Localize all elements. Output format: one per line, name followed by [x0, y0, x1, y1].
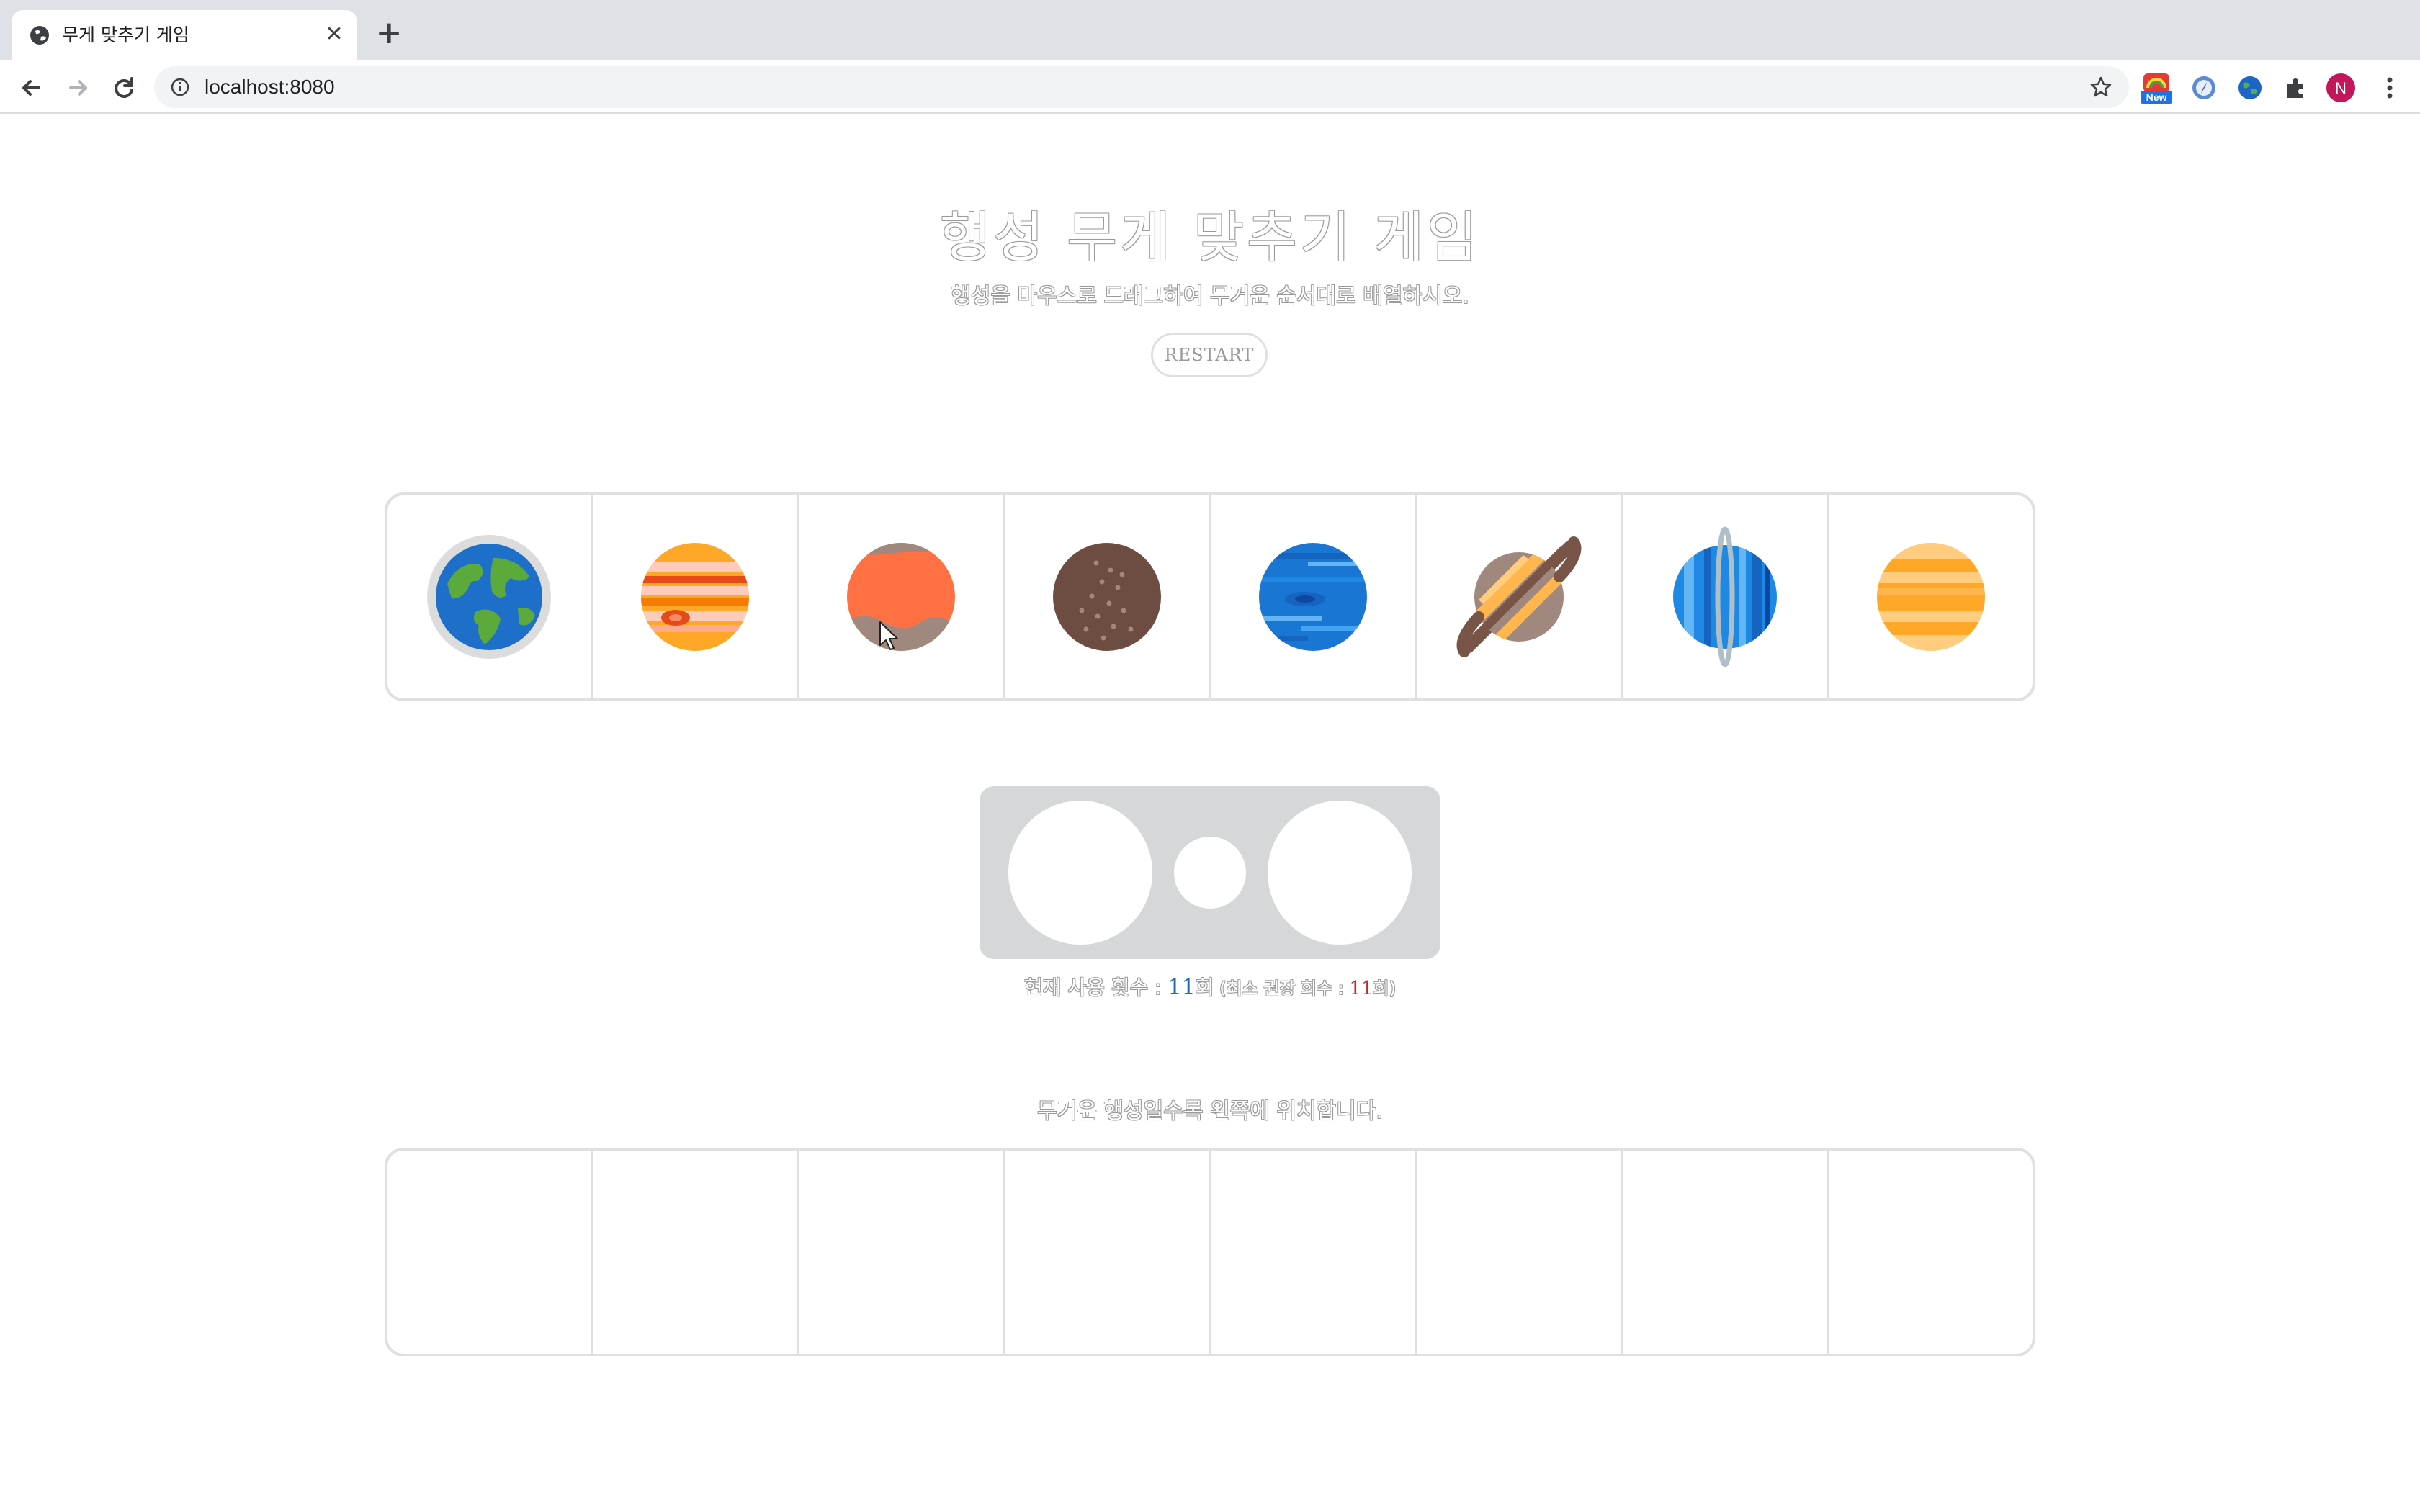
balance-scale [980, 786, 1440, 959]
puzzle-extensions-icon[interactable] [2280, 72, 2312, 104]
answer-slot[interactable] [1417, 1151, 1623, 1354]
earth-planet-icon[interactable] [426, 534, 552, 660]
close-icon[interactable]: ✕ [321, 22, 347, 48]
back-arrow-icon[interactable] [14, 71, 49, 105]
restart-button[interactable]: RESTART [1151, 333, 1268, 377]
compass-extension-icon[interactable] [2188, 72, 2220, 104]
scale-right-pan[interactable] [1268, 801, 1412, 945]
planet-slot[interactable] [1623, 495, 1829, 698]
page-title: 행성 무게 맞추기 게임 [940, 205, 1480, 269]
mercury-planet-icon[interactable] [1052, 541, 1162, 652]
mars-planet-icon[interactable] [846, 541, 956, 652]
forward-arrow-icon[interactable] [60, 71, 95, 105]
reload-icon[interactable] [107, 71, 141, 105]
browser-tabstrip: 무게 맞추기 게임 ✕ + [0, 0, 2420, 60]
answer-slot[interactable] [387, 1151, 593, 1354]
profile-initial: N [2335, 79, 2347, 97]
planet-slot[interactable] [387, 495, 593, 698]
answer-slot[interactable] [593, 1151, 799, 1354]
answer-row [385, 1148, 2035, 1356]
new-tab-icon[interactable]: + [373, 17, 405, 49]
planet-slot[interactable] [1417, 495, 1623, 698]
bookmark-star-icon[interactable] [2089, 75, 2113, 99]
planet-slot[interactable] [1829, 495, 2033, 698]
planet-slot[interactable] [1211, 495, 1417, 698]
scale-left-pan[interactable] [1008, 801, 1152, 945]
profile-avatar[interactable]: N [2325, 72, 2357, 104]
counter-label: 현재 사용 횟수 : [1023, 976, 1168, 999]
usage-counter: 현재 사용 횟수 : 11회 (최소 권장 회수 : 11회) [0, 973, 2420, 1003]
planet-source-row [385, 492, 2035, 701]
more-menu-icon[interactable] [2374, 72, 2406, 104]
jupiter-planet-icon[interactable] [640, 541, 750, 652]
rainbow-extension-icon: New [2141, 73, 2172, 104]
planet-slot[interactable] [799, 495, 1005, 698]
browser-tab[interactable]: 무게 맞추기 게임 ✕ [12, 10, 357, 60]
planet-slot[interactable] [1005, 495, 1211, 698]
answer-slot[interactable] [1211, 1151, 1417, 1354]
extension-badge: New [2146, 91, 2167, 103]
recommend-label: (최소 권장 회수 : [1214, 978, 1350, 999]
answer-slot[interactable] [1829, 1151, 2033, 1354]
answer-slot[interactable] [1005, 1151, 1211, 1354]
mouse-cursor-icon [879, 621, 898, 650]
saturn-planet-icon[interactable] [1454, 532, 1584, 662]
tab-title: 무게 맞추기 게임 [62, 24, 189, 45]
url-text: localhost:8080 [205, 76, 335, 98]
neptune-planet-icon[interactable] [1258, 541, 1368, 652]
browser-toolbar: localhost:8080 New N [0, 60, 2420, 114]
ordering-hint: 무거운 행성일수록 왼쪽에 위치합니다. [1037, 1099, 1383, 1124]
uranus-planet-icon[interactable] [1671, 526, 1779, 667]
address-bar[interactable]: localhost:8080 [154, 66, 2129, 108]
scale-pivot [1174, 837, 1246, 909]
answer-slot[interactable] [799, 1151, 1005, 1354]
venus-planet-icon[interactable] [1876, 541, 1986, 652]
recommend-count: 11 [1349, 978, 1373, 999]
extension-new-icon[interactable]: New [2141, 72, 2172, 104]
answer-slot[interactable] [1623, 1151, 1829, 1354]
current-count-unit: 회 [1195, 976, 1214, 999]
planet-slot[interactable] [593, 495, 799, 698]
recommend-suffix: 회) [1373, 978, 1397, 999]
globe-icon [30, 26, 49, 45]
globe-extension-icon[interactable] [2234, 72, 2266, 104]
current-count: 11 [1168, 975, 1196, 1000]
page-subtitle: 행성을 마우스로 드래그하여 무거운 순서대로 배열하시오. [951, 284, 1469, 309]
info-icon[interactable] [170, 77, 190, 97]
